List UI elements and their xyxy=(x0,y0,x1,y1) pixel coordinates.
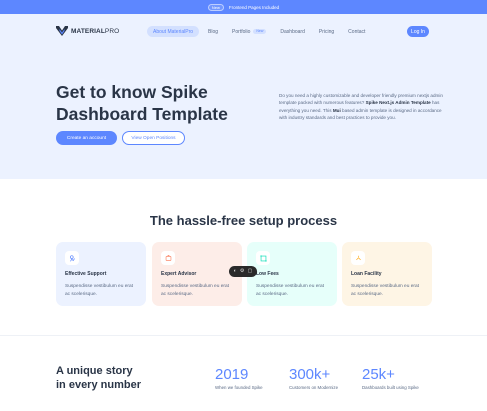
nav-item-about[interactable]: About MaterialPro xyxy=(147,26,200,37)
feature-card: Low Fees Suspendisse vestibulum eu erat … xyxy=(247,242,337,306)
hero-desc-product: Spike Next.js Admin Template xyxy=(365,100,431,106)
create-account-button[interactable]: Create an account xyxy=(56,131,117,145)
feature-card: Loan Facility Suspendisse vestibulum eu … xyxy=(342,242,432,306)
loan-icon xyxy=(355,255,361,260)
feature-card: Effective Support Suspendisse vestibulum… xyxy=(56,242,146,306)
toolbar-share-icon[interactable]: ▢ xyxy=(248,269,253,274)
feature-card-title: Loan Facility xyxy=(351,271,382,277)
feature-card-desc: Suspendisse vestibulum eu erat ac sceler… xyxy=(65,284,133,297)
toolbar-moon-icon[interactable]: ◐ xyxy=(234,269,237,274)
stat-value: 300k+ xyxy=(289,366,331,383)
login-button[interactable]: Log In xyxy=(407,26,429,37)
hero-title: Get to know Spike Dashboard Template xyxy=(56,81,256,125)
toolbar-settings-icon[interactable]: ⚙ xyxy=(240,269,244,274)
feature-card-title: Expert Advisor xyxy=(161,271,197,277)
hero-title-line-2: Dashboard Template xyxy=(56,104,228,124)
stat-label: Customers on Modernize xyxy=(289,385,339,390)
feature-card-title: Low Fees xyxy=(256,271,279,277)
stat-item: 2019 When we founded Spike xyxy=(215,366,263,390)
feature-icon-box xyxy=(351,251,365,265)
brand-name-bold: MATERIAL xyxy=(71,27,105,35)
feature-icon-box xyxy=(65,251,79,265)
nav-item-blog[interactable]: Blog xyxy=(203,26,223,37)
announcement-bar[interactable]: New Frontend Pages Included xyxy=(0,0,487,14)
new-badge: New xyxy=(253,29,267,34)
stat-label: Dashboards built using Spike xyxy=(362,385,419,390)
main-nav: About MaterialPro Blog Portfolio New Das… xyxy=(147,26,370,37)
stat-value: 2019 xyxy=(215,366,249,383)
stats-title-line-2: in every number xyxy=(56,379,141,391)
feature-icon-box xyxy=(161,251,175,265)
floating-toolbar[interactable]: ◐ ⚙ ▢ xyxy=(229,266,257,277)
hero-title-line-1: Get to know Spike xyxy=(56,82,208,102)
section-divider xyxy=(0,335,487,336)
stat-value: 25k+ xyxy=(362,366,395,383)
brand-logo[interactable]: MATERIALPRO xyxy=(56,26,119,36)
brand-name: MATERIALPRO xyxy=(71,28,119,35)
hero-description: Do you need a highly customizable and de… xyxy=(279,92,445,122)
nav-item-dashboard[interactable]: Dashboard xyxy=(275,26,309,37)
stats-title: A unique story in every number xyxy=(56,364,166,392)
hero-desc-mui: Mui xyxy=(332,107,341,113)
announcement-text[interactable]: Frontend Pages Included xyxy=(229,5,279,10)
stats-title-line-1: A unique story xyxy=(56,365,133,377)
nav-item-portfolio[interactable]: Portfolio New xyxy=(227,26,271,37)
feature-card: Expert Advisor Suspendisse vestibulum eu… xyxy=(152,242,242,306)
stat-item: 25k+ Dashboards built using Spike xyxy=(362,366,419,390)
feature-card-title: Effective Support xyxy=(65,271,107,277)
advisor-icon xyxy=(165,254,171,261)
fees-icon xyxy=(259,254,267,262)
announcement-badge: New xyxy=(207,3,224,11)
nav-item-portfolio-label: Portfolio xyxy=(232,28,251,35)
feature-card-desc: Suspendisse vestibulum eu erat ac sceler… xyxy=(351,284,419,297)
stat-item: 300k+ Customers on Modernize xyxy=(289,366,338,390)
materialpro-logo-icon xyxy=(56,26,68,36)
feature-icon-box xyxy=(256,251,270,265)
stat-label: When we founded Spike xyxy=(215,385,263,390)
feature-card-desc: Suspendisse vestibulum eu erat ac sceler… xyxy=(161,284,229,297)
brand-name-light: PRO xyxy=(104,27,120,35)
nav-item-contact[interactable]: Contact xyxy=(343,26,370,37)
setup-section-title: The hassle-free setup process xyxy=(149,213,338,228)
support-icon xyxy=(69,254,75,261)
view-positions-button[interactable]: View Open Positions xyxy=(122,131,185,145)
feature-card-desc: Suspendisse vestibulum eu erat ac sceler… xyxy=(256,284,324,297)
nav-item-pricing[interactable]: Pricing xyxy=(314,26,339,37)
